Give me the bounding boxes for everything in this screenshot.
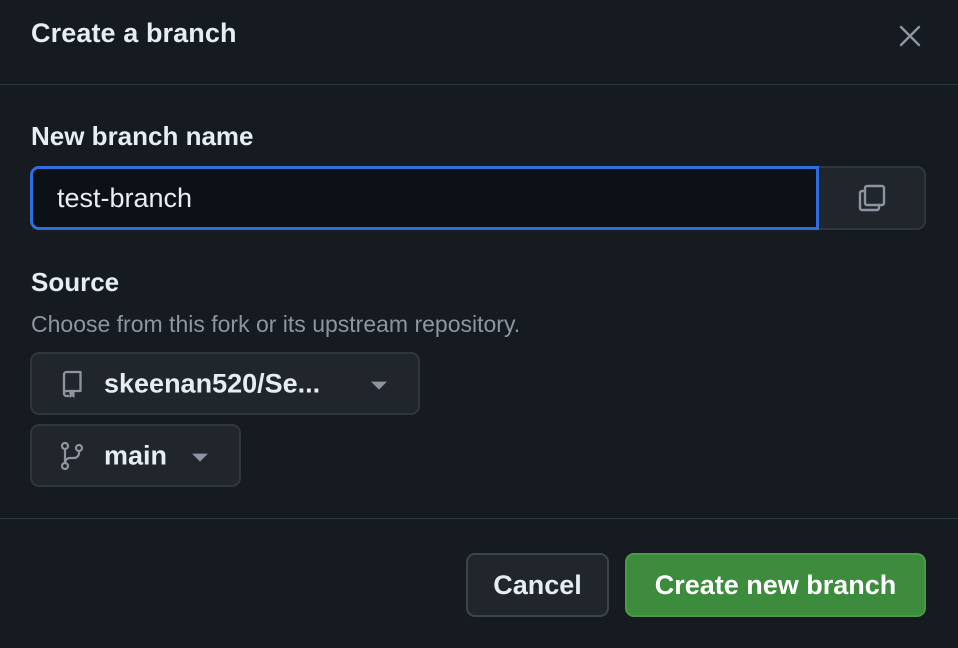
close-button[interactable] — [890, 16, 930, 56]
dialog-header: Create a branch — [0, 0, 958, 85]
triangle-down-icon — [371, 381, 387, 390]
create-branch-dialog: Create a branch New branch name Source C… — [0, 0, 958, 648]
branch-name-label: New branch name — [31, 121, 254, 151]
dialog-title: Create a branch — [31, 18, 237, 48]
dialog-body: New branch name Source Choose from this … — [0, 86, 958, 519]
copy-icon — [858, 184, 885, 212]
repository-select[interactable]: skeenan520/Se... — [30, 352, 420, 415]
repository-select-value: skeenan520/Se... — [104, 368, 321, 398]
dialog-footer: Cancel Create new branch — [0, 518, 958, 648]
git-branch-icon — [58, 441, 86, 470]
branch-name-input[interactable] — [30, 166, 819, 230]
close-icon — [899, 25, 921, 47]
branch-name-input-group — [30, 166, 926, 230]
source-hint: Choose from this fork or its upstream re… — [31, 311, 521, 337]
cancel-button[interactable]: Cancel — [466, 553, 609, 617]
branch-select-value: main — [104, 440, 168, 470]
copy-button[interactable] — [819, 166, 926, 230]
repo-icon — [58, 370, 86, 398]
create-new-branch-button[interactable]: Create new branch — [625, 553, 926, 617]
triangle-down-icon — [192, 453, 208, 462]
branch-select[interactable]: main — [30, 424, 241, 487]
source-label: Source — [31, 267, 120, 297]
